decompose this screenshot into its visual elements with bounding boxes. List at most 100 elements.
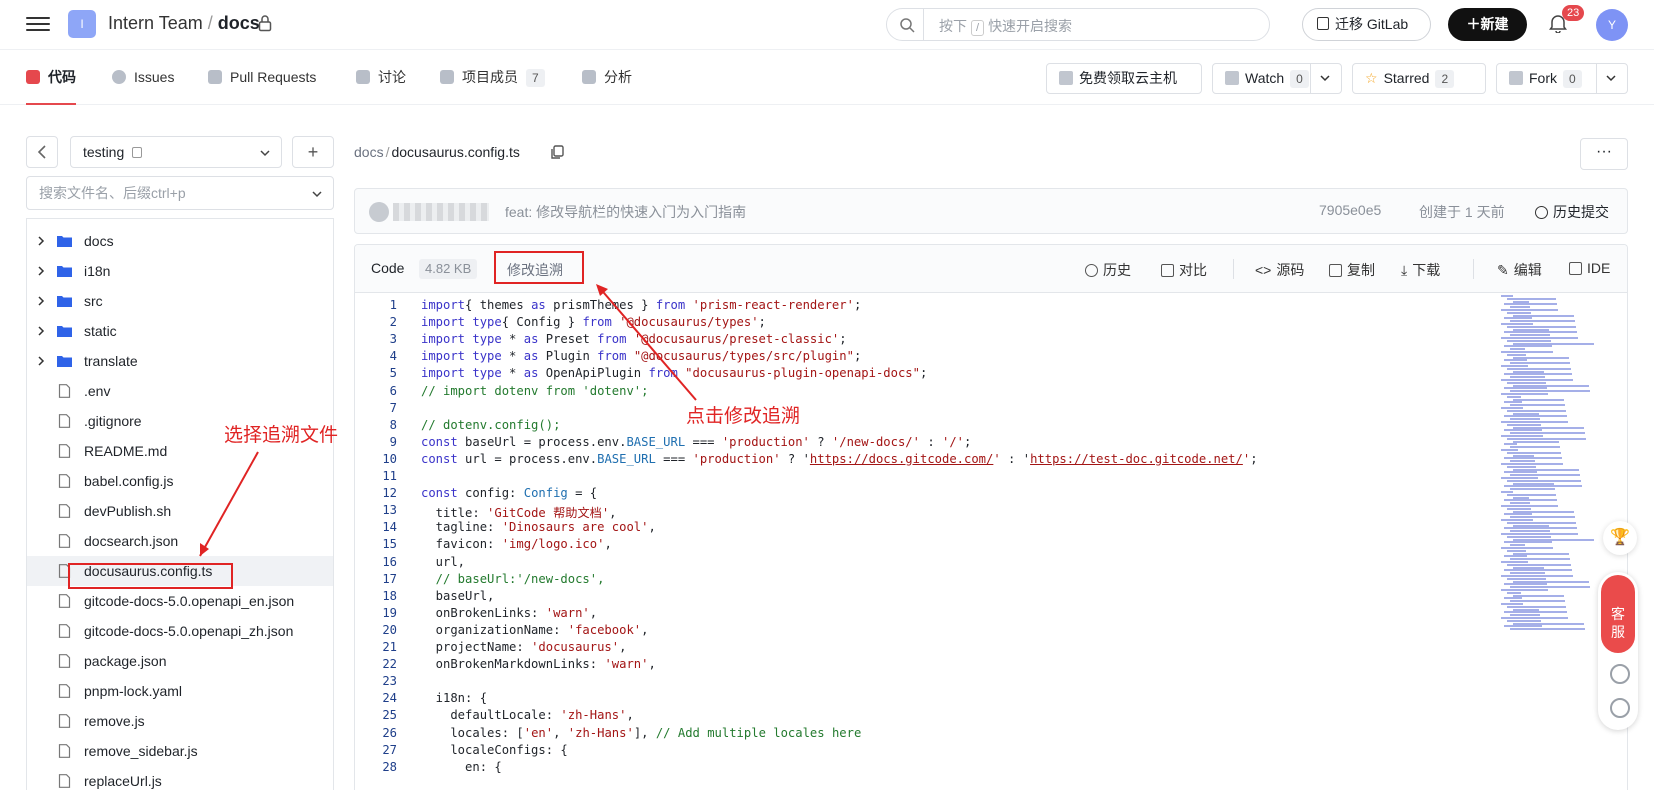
trophy-icon[interactable]: 🏆 [1603,521,1637,555]
copy-icon[interactable] [132,147,143,158]
code-token: tagline: [421,520,502,535]
watch-button[interactable]: Watch 0 [1212,63,1342,94]
line-number[interactable]: 21 [355,640,397,654]
line-number[interactable]: 3 [355,332,397,346]
line-number[interactable]: 2 [355,315,397,329]
tree-file[interactable]: gitcode-docs-5.0.openapi_zh.json [27,616,333,646]
tab-discussions[interactable]: 讨论 [356,50,406,105]
tab-analytics[interactable]: 分析 [582,50,632,105]
starred-button[interactable]: ☆ Starred 2 [1352,63,1486,94]
migrate-gitlab-button[interactable]: 迁移 GitLab [1302,8,1431,41]
line-number[interactable]: 23 [355,674,397,688]
chevron-right-icon[interactable] [35,325,47,337]
global-search-input[interactable]: 按下 / 快速开启搜索 [886,8,1270,41]
tree-file[interactable]: docsearch.json [27,526,333,556]
new-button[interactable]: ＋新建 [1448,8,1527,41]
line-number[interactable]: 14 [355,520,397,534]
minimap-line [1501,295,1513,297]
menu-icon[interactable] [26,13,50,35]
refresh-icon[interactable] [1610,664,1630,684]
tree-folder[interactable]: src [27,286,333,316]
tree-file[interactable]: babel.config.js [27,466,333,496]
line-number[interactable]: 4 [355,349,397,363]
tab-members[interactable]: 项目成员 7 [440,50,545,105]
line-number[interactable]: 20 [355,623,397,637]
collapse-sidebar-button[interactable] [26,136,58,168]
minimap-line [1507,479,1581,482]
history-button[interactable]: 历史 [1085,260,1131,280]
code-token: { Config } [501,315,583,330]
chevron-right-icon[interactable] [35,235,47,247]
tree-file[interactable]: gitcode-docs-5.0.openapi_en.json [27,586,333,616]
tree-folder[interactable]: static [27,316,333,346]
line-number[interactable]: 24 [355,691,397,705]
tree-file[interactable]: package.json [27,646,333,676]
line-number[interactable]: 17 [355,572,397,586]
tab-pull-requests[interactable]: Pull Requests [208,50,316,105]
history-commits-button[interactable]: 历史提交 [1535,202,1609,222]
line-number[interactable]: 5 [355,366,397,380]
line-number[interactable]: 13 [355,503,397,517]
compare-button[interactable]: 对比 [1161,260,1207,280]
tree-folder[interactable]: translate [27,346,333,376]
tree-file[interactable]: replaceUrl.js [27,766,333,790]
line-number[interactable]: 9 [355,435,397,449]
code-tab[interactable]: Code [371,260,404,276]
line-number[interactable]: 1 [355,298,397,312]
more-options-button[interactable]: ··· [1580,138,1628,170]
org-link[interactable]: Intern Team [108,13,203,33]
line-number[interactable]: 19 [355,606,397,620]
line-number[interactable]: 7 [355,401,397,415]
raw-button[interactable]: <> 源码 [1255,260,1304,280]
code-token: Config [523,486,568,501]
free-cloud-host-button[interactable]: 免费领取云主机 [1046,63,1202,94]
line-number[interactable]: 15 [355,537,397,551]
line-number[interactable]: 8 [355,418,397,432]
line-number[interactable]: 11 [355,469,397,483]
line-number[interactable]: 25 [355,708,397,722]
tab-issues[interactable]: Issues [112,50,174,105]
line-number[interactable]: 10 [355,452,397,466]
commit-message[interactable]: feat: 修改导航栏的快速入门为入门指南 [505,202,746,222]
commit-sha[interactable]: 7905e0e5 [1319,202,1381,218]
line-number[interactable]: 6 [355,384,397,398]
copy-button[interactable]: 复制 [1329,260,1375,280]
tree-folder[interactable]: i18n [27,256,333,286]
line-number[interactable]: 28 [355,760,397,774]
smile-icon[interactable] [1610,698,1630,718]
minimap-line [1513,510,1574,513]
chevron-right-icon[interactable] [35,295,47,307]
line-number[interactable]: 16 [355,555,397,569]
minimap-line [1510,334,1550,337]
line-number[interactable]: 27 [355,743,397,757]
line-number[interactable]: 22 [355,657,397,671]
code-token: onBrokenMarkdownLinks: [421,657,605,672]
branch-selector[interactable]: testing [70,136,282,168]
chevron-down-icon[interactable] [1605,72,1617,84]
tab-code[interactable]: 代码 [26,50,76,105]
tree-file[interactable]: pnpm-lock.yaml [27,676,333,706]
line-number[interactable]: 26 [355,726,397,740]
file-search-input[interactable]: 搜索文件名、后缀ctrl+p [26,176,334,210]
tree-file[interactable]: .env [27,376,333,406]
path-dir-link[interactable]: docs [354,144,384,160]
tree-file[interactable]: devPublish.sh [27,496,333,526]
tree-file[interactable]: remove_sidebar.js [27,736,333,766]
add-file-button[interactable]: + [292,136,334,168]
committer-avatar[interactable] [369,202,389,222]
fork-button[interactable]: Fork 0 [1496,63,1628,94]
customer-service-button[interactable]: 客服 [1601,575,1635,653]
download-button[interactable]: ⤓ 下载 [1401,260,1440,280]
line-number[interactable]: 12 [355,486,397,500]
line-number[interactable]: 18 [355,589,397,603]
chevron-right-icon[interactable] [35,355,47,367]
ide-button[interactable]: IDE [1569,260,1610,276]
copy-icon[interactable] [550,145,565,160]
repo-link[interactable]: docs [218,13,260,33]
chevron-down-icon[interactable] [1319,72,1331,84]
user-avatar[interactable]: Y [1596,9,1628,41]
tree-folder[interactable]: docs [27,226,333,256]
chevron-right-icon[interactable] [35,265,47,277]
tree-file[interactable]: remove.js [27,706,333,736]
edit-button[interactable]: ✎ 编辑 [1497,260,1542,280]
